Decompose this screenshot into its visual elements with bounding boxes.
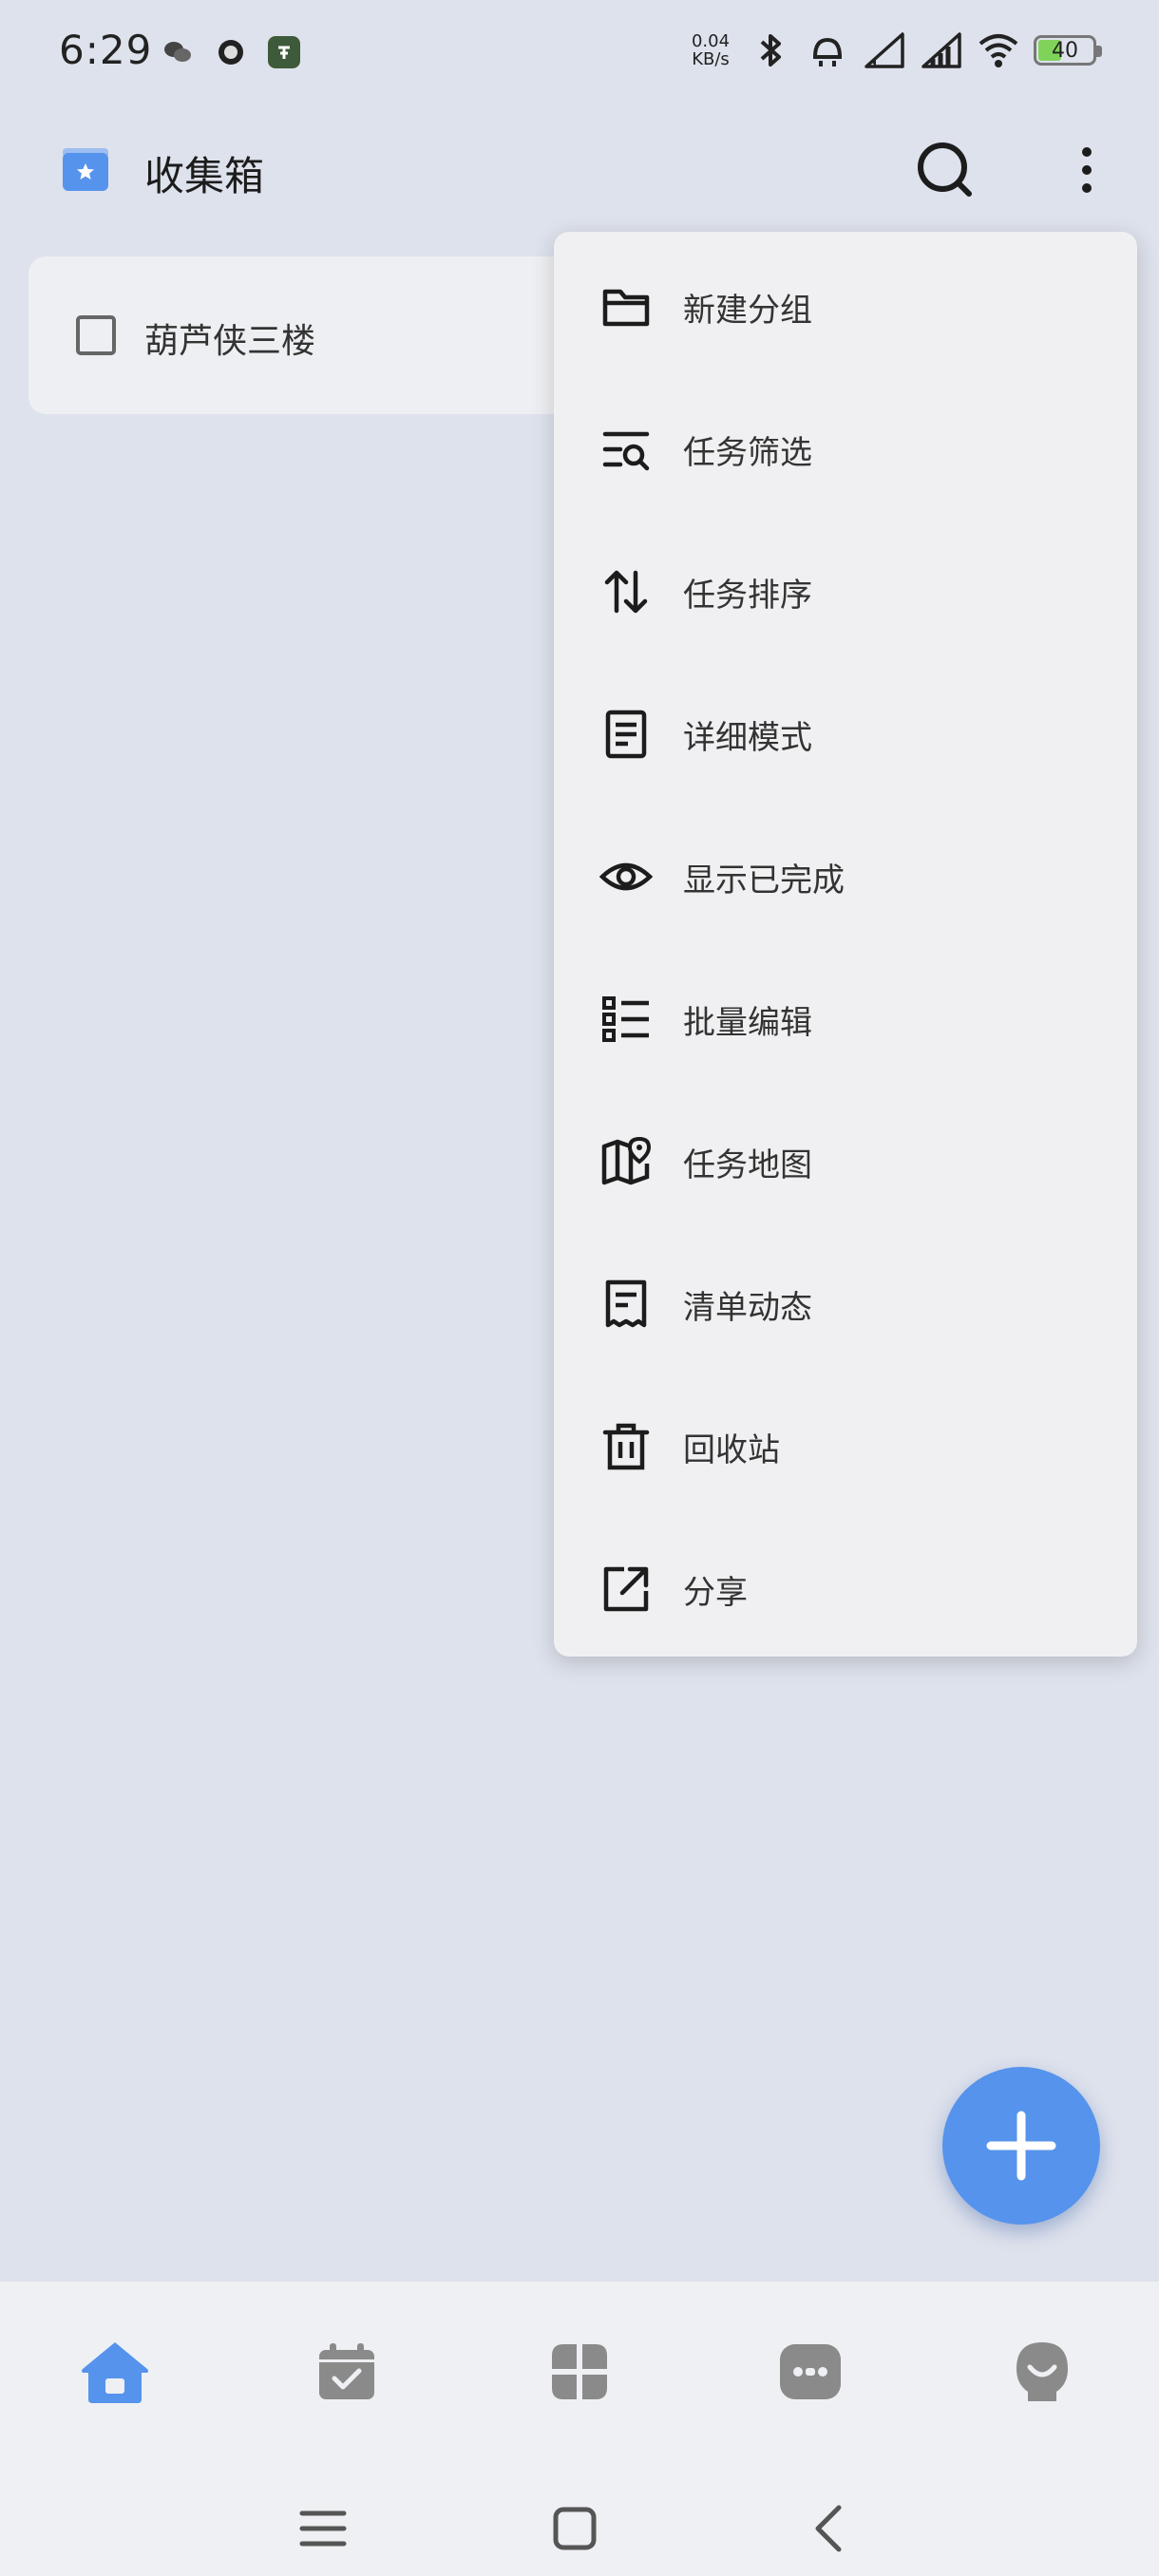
menu-item-list-activity[interactable]: 清单动态 [554,1233,1137,1375]
menu-item-show-completed[interactable]: 显示已完成 [554,805,1137,948]
share-icon [603,1566,649,1612]
tiktok-notification-icon [268,36,300,68]
alarm-icon [812,37,843,66]
checklist-icon [602,996,649,1042]
menu-item-share[interactable]: 分享 [554,1518,1137,1660]
wifi-icon [978,34,1018,67]
task-checkbox[interactable] [76,315,116,355]
menu-item-label: 分享 [683,1573,748,1612]
battery-indicator: 40 [1034,35,1102,66]
sort-icon [604,570,648,614]
bluetooth-icon [760,34,781,66]
menu-item-task-sort[interactable]: 任务排序 [554,521,1137,663]
menu-item-label: 批量编辑 [683,1003,812,1042]
document-icon [605,710,647,759]
search-icon [918,142,972,197]
menu-item-label: 清单动态 [683,1288,812,1327]
calendar-check-icon [319,2343,374,2399]
more-dot-icon [1082,147,1092,157]
menu-item-detail-mode[interactable]: 详细模式 [554,663,1137,805]
more-options-button[interactable] [1064,137,1110,203]
menu-icon[interactable] [294,2500,352,2557]
wechat-notification-icon [162,36,194,68]
menu-item-task-filter[interactable]: 任务筛选 [554,378,1137,521]
menu-item-recycle-bin[interactable]: 回收站 [554,1375,1137,1518]
home-icon [82,2342,148,2403]
status-time: 6:29 [59,27,153,73]
menu-item-label: 新建分组 [683,291,812,330]
plus-icon [986,2111,1056,2181]
add-task-button[interactable] [942,2067,1100,2225]
status-indicators: 0.04 KB/s 40 [686,28,1102,72]
avatar-icon [1016,2342,1068,2401]
tab-quadrant[interactable] [537,2329,622,2415]
page-title: 收集箱 [144,153,265,199]
map-pin-icon [601,1136,652,1185]
signal-1-icon [864,32,904,68]
menu-item-label: 任务地图 [683,1146,812,1184]
network-speed: 0.04 KB/s [691,31,731,69]
receipt-icon [605,1279,647,1328]
task-item[interactable]: 葫芦侠三楼 [28,256,618,414]
inbox-star-icon [63,148,108,191]
robot-face-icon [780,2344,841,2399]
filter-search-icon [602,431,650,471]
trash-icon [602,1423,650,1470]
app-notification-icon [215,36,247,68]
overflow-menu: 新建分组 任务筛选 任务排序 详细模式 显示已完成 批量编辑 任务地图 清单动态… [554,232,1137,1657]
tab-profile[interactable] [999,2329,1085,2415]
tab-home[interactable] [72,2329,158,2415]
system-navigation-bar [0,2481,1159,2576]
bottom-navigation [0,2282,1159,2576]
tab-focus[interactable] [768,2329,853,2415]
more-dot-icon [1082,165,1092,175]
home-square-icon[interactable] [546,2500,603,2557]
back-icon[interactable] [803,2500,860,2557]
menu-item-task-map[interactable]: 任务地图 [554,1090,1137,1233]
app-header: 收集箱 [0,123,1159,218]
search-button[interactable] [912,137,978,203]
menu-item-label: 显示已完成 [683,861,845,900]
menu-item-batch-edit[interactable]: 批量编辑 [554,948,1137,1090]
menu-item-new-group[interactable]: 新建分组 [554,236,1137,378]
tab-calendar[interactable] [304,2329,390,2415]
status-bar: 6:29 0.04 KB/s 40 [0,0,1159,106]
menu-item-label: 任务排序 [683,576,812,615]
task-label: 葫芦侠三楼 [144,322,316,361]
more-dot-icon [1082,183,1092,193]
quadrant-icon [552,2344,607,2399]
menu-item-label: 回收站 [683,1430,780,1469]
notification-icons [162,36,300,68]
eye-icon [599,862,653,891]
folder-icon [602,289,650,327]
menu-item-label: 详细模式 [683,718,812,757]
signal-2-icon [922,32,961,68]
menu-item-label: 任务筛选 [683,433,812,472]
